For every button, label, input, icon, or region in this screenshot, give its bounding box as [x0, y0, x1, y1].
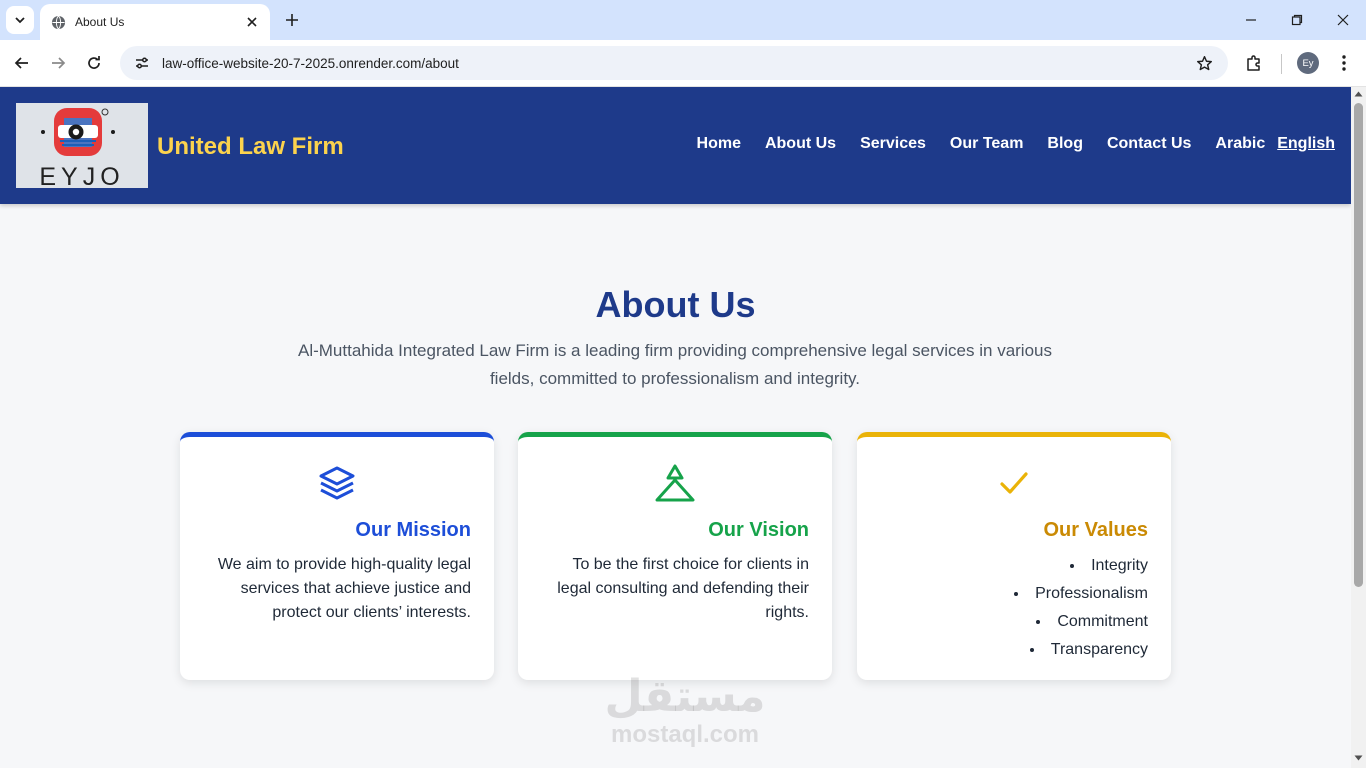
main-nav: Home About Us Services Our Team Blog Con…: [673, 135, 1335, 153]
close-icon: [1337, 14, 1349, 26]
value-item: Professionalism: [1014, 580, 1148, 608]
site-header: EYJO United Law Firm Home About Us Servi…: [0, 87, 1351, 204]
mission-card: Our Mission We aim to provide high-quali…: [180, 432, 494, 680]
mission-text: We aim to provide high-quality legal ser…: [217, 556, 471, 621]
puzzle-icon: [1247, 55, 1260, 71]
scrollbar-thumb[interactable]: [1354, 103, 1363, 587]
browser-menu-button[interactable]: [1333, 52, 1355, 74]
value-item: Integrity: [1014, 552, 1148, 580]
reload-icon: [88, 56, 100, 69]
vision-text: To be the first choice for clients in le…: [557, 556, 809, 621]
globe-icon: [50, 14, 66, 30]
vision-card: Our Vision To be the first choice for cl…: [518, 432, 832, 680]
page-scrollbar[interactable]: [1351, 87, 1366, 768]
url-text[interactable]: law-office-website-20-7-2025.onrender.co…: [162, 56, 1194, 71]
arrow-left-icon: [14, 57, 28, 69]
profile-avatar[interactable]: Ey: [1297, 52, 1319, 74]
forward-button[interactable]: [47, 52, 69, 74]
eyjo-logo-icon: EYJO: [16, 103, 148, 188]
lang-english-link[interactable]: English: [1277, 135, 1335, 153]
values-title: Our Values: [1043, 519, 1149, 541]
tab-strip: About Us: [0, 0, 1366, 40]
browser-tab-active[interactable]: About Us: [40, 4, 270, 40]
check-icon: [857, 463, 1171, 503]
logo-text: EYJO: [39, 163, 124, 188]
layers-icon: [180, 463, 494, 503]
page-viewport: EYJO United Law Firm Home About Us Servi…: [0, 87, 1351, 768]
nav-contact-us[interactable]: Contact Us: [1107, 135, 1191, 153]
nav-services[interactable]: Services: [860, 135, 926, 153]
chevron-down-icon: [15, 17, 25, 24]
nav-home[interactable]: Home: [697, 135, 741, 153]
arrow-right-icon: [52, 57, 66, 69]
plus-icon: [286, 14, 298, 26]
more-vertical-icon: [1342, 55, 1346, 71]
tab-title: About Us: [75, 15, 125, 29]
value-item: Transparency: [1014, 636, 1148, 664]
address-bar[interactable]: law-office-website-20-7-2025.onrender.co…: [120, 46, 1228, 80]
extensions-button[interactable]: [1243, 52, 1265, 74]
site-name[interactable]: United Law Firm: [157, 133, 344, 161]
close-icon[interactable]: [244, 14, 260, 30]
bookmark-star-icon[interactable]: [1194, 53, 1214, 73]
restore-icon: [1291, 14, 1303, 26]
back-button[interactable]: [11, 52, 33, 74]
mission-title: Our Mission: [355, 519, 471, 541]
restore-button[interactable]: [1287, 10, 1307, 30]
about-description: Al-Muttahida Integrated Law Firm is a le…: [297, 341, 1052, 388]
site-logo[interactable]: EYJO: [16, 103, 148, 188]
new-tab-button[interactable]: [282, 10, 302, 30]
nav-about-us[interactable]: About Us: [765, 135, 836, 153]
toolbar-divider: [1281, 54, 1282, 74]
nav-blog[interactable]: Blog: [1047, 135, 1083, 153]
minimize-icon: [1246, 19, 1256, 21]
vision-title: Our Vision: [708, 519, 809, 541]
nav-our-team[interactable]: Our Team: [950, 135, 1024, 153]
page-title: About Us: [595, 284, 756, 325]
tab-search-button[interactable]: [6, 6, 34, 34]
values-list: Integrity Professionalism Commitment Tra…: [1014, 552, 1148, 664]
values-card: Our Values Integrity Professionalism Com…: [857, 432, 1171, 680]
minimize-button[interactable]: [1241, 10, 1261, 30]
browser-toolbar: law-office-website-20-7-2025.onrender.co…: [0, 40, 1366, 87]
mostaql-watermark: مستقل mostaql.com: [600, 672, 770, 748]
close-window-button[interactable]: [1333, 10, 1353, 30]
lang-arabic-link[interactable]: Arabic: [1215, 135, 1265, 153]
value-item: Commitment: [1014, 608, 1148, 636]
watermark-arabic: مستقل: [604, 671, 766, 722]
scroll-down-arrow-icon[interactable]: [1354, 753, 1363, 762]
triangle-icon: [518, 463, 832, 503]
watermark-latin: mostaql.com: [610, 721, 760, 748]
reload-button[interactable]: [83, 52, 105, 74]
site-info-icon[interactable]: [134, 55, 150, 71]
scroll-up-arrow-icon[interactable]: [1354, 89, 1363, 98]
